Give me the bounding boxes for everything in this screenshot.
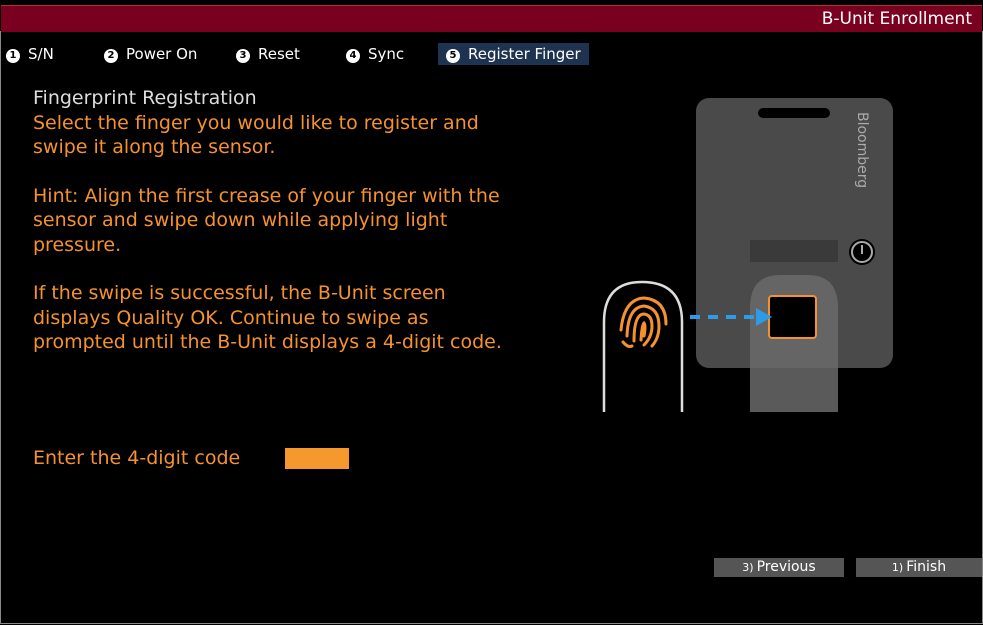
previous-button[interactable]: 3) Previous: [714, 558, 844, 577]
hint-text: Hint: Align the first crease of your fin…: [33, 184, 500, 256]
finger-outline: [602, 280, 684, 412]
step-label: Reset: [258, 45, 300, 63]
window-title: B-Unit Enrollment: [821, 9, 972, 29]
power-icon: [849, 239, 875, 265]
step-number: 4: [346, 49, 360, 63]
sensor: [768, 295, 817, 339]
finish-button[interactable]: 1) Finish: [856, 558, 982, 577]
code-input[interactable]: [285, 448, 349, 469]
instruction-text: Select the finger you would like to regi…: [33, 111, 479, 159]
step-label: Sync: [368, 45, 405, 63]
finish-key: 1): [891, 561, 904, 574]
step-register-finger[interactable]: 5 Register Finger: [438, 43, 589, 65]
device-brand: Bloomberg: [854, 112, 870, 188]
previous-key: 3): [742, 561, 754, 574]
title-bar: B-Unit Enrollment: [1, 5, 982, 32]
step-power-on[interactable]: 2 Power On: [104, 43, 197, 65]
device-screen: [750, 240, 838, 262]
step-sync[interactable]: 4 Sync: [346, 43, 404, 65]
finish-label: Finish: [906, 559, 947, 575]
device-slot: [758, 108, 830, 118]
step-sn[interactable]: 1 S/N: [6, 43, 54, 65]
instructions: Fingerprint Registration Select the fing…: [33, 86, 503, 355]
code-label: Enter the 4-digit code: [33, 447, 241, 469]
step-number: 1: [6, 49, 20, 63]
previous-label: Previous: [756, 559, 816, 575]
page-title: Fingerprint Registration: [33, 87, 257, 109]
step-reset[interactable]: 3 Reset: [236, 43, 300, 65]
b-unit-illustration: Bloomberg: [602, 98, 893, 412]
success-note: If the swipe is successful, the B-Unit s…: [33, 282, 502, 353]
fingerprint-icon: [619, 296, 668, 348]
step-number: 3: [236, 49, 250, 63]
step-number: 5: [446, 49, 460, 63]
step-number: 2: [104, 49, 118, 63]
step-label: Power On: [126, 45, 198, 63]
step-label: Register Finger: [468, 45, 581, 63]
step-label: S/N: [28, 45, 54, 63]
